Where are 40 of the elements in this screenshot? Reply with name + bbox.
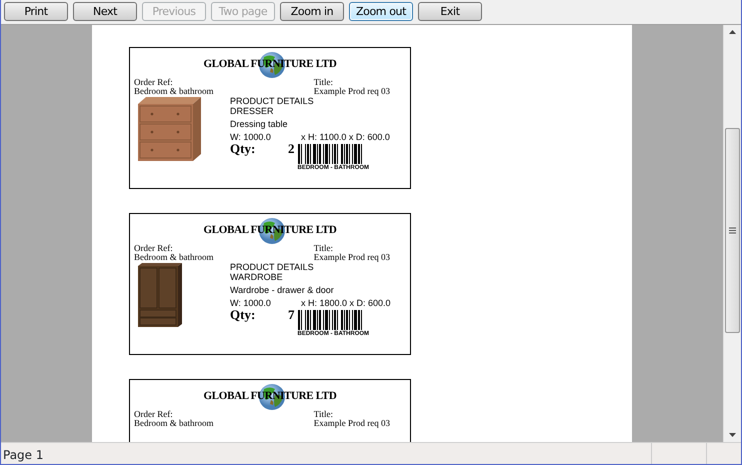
title-value: Example Prod req 03 xyxy=(314,419,390,428)
title-label: Title: xyxy=(314,78,334,87)
title-value: Example Prod req 03 xyxy=(314,253,390,262)
scroll-down-icon[interactable] xyxy=(729,433,736,437)
quantity-value: 2 xyxy=(288,144,294,154)
title-value: Example Prod req 03 xyxy=(314,87,390,96)
product-description: Dressing table xyxy=(230,119,289,129)
height-depth-dimensions: x H: 1800.0 x D: 600.0 xyxy=(301,298,391,308)
toolbar-button[interactable]: Next xyxy=(73,2,137,21)
order-ref-label: Order Ref: xyxy=(134,244,174,253)
toolbar-button[interactable]: Zoom in xyxy=(280,2,344,21)
page-indicator: Page 1 xyxy=(2,447,44,464)
toolbar-button[interactable]: Zoom out xyxy=(349,2,413,21)
order-ref-label: Order Ref: xyxy=(134,410,174,419)
title-label: Title: xyxy=(314,410,334,419)
toolbar-button[interactable]: Print xyxy=(4,2,68,21)
details-heading: PRODUCT DETAILS xyxy=(230,262,315,272)
scrollbar-thumb[interactable] xyxy=(725,128,740,333)
quantity-value: 7 xyxy=(288,310,294,320)
toolbar-button[interactable]: Exit xyxy=(418,2,482,21)
vertical-scrollbar[interactable] xyxy=(723,25,741,442)
order-ref-value: Bedroom & bathroom xyxy=(134,419,214,428)
height-depth-dimensions: x H: 1100.0 x D: 600.0 xyxy=(301,132,390,142)
product-name: WARDROBE xyxy=(230,272,284,282)
order-ref-value: Bedroom & bathroom xyxy=(134,253,214,262)
width-dimension: W: 1000.0 xyxy=(230,132,272,142)
barcode xyxy=(298,310,362,330)
title-label: Title: xyxy=(314,244,334,253)
barcode xyxy=(298,144,362,164)
wardrobe-drawing xyxy=(136,262,184,328)
quantity-label: Qty: xyxy=(230,144,256,154)
product-name: DRESSER xyxy=(230,106,275,116)
product-description: Wardrobe - drawer & door xyxy=(230,285,335,295)
details-heading: PRODUCT DETAILS xyxy=(230,96,315,106)
scroll-up-icon[interactable] xyxy=(729,30,736,34)
order-ref-label: Order Ref: xyxy=(134,78,174,87)
order-ref-value: Bedroom & bathroom xyxy=(134,87,214,96)
dresser-drawing xyxy=(136,96,203,162)
quantity-label: Qty: xyxy=(230,310,256,320)
width-dimension: W: 1000.0 xyxy=(230,298,272,308)
